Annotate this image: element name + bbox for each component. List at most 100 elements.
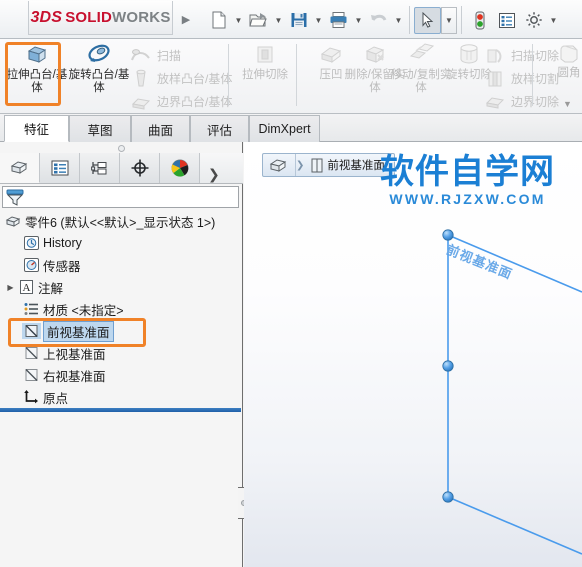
options-button[interactable] <box>520 7 547 34</box>
material-icon <box>22 301 41 317</box>
extrude-cut-icon <box>257 46 273 63</box>
undo-button[interactable] <box>365 7 392 34</box>
logo-3ds-text: 3DS <box>30 8 63 26</box>
tree-item-top-plane-label: 上视基准面 <box>43 347 106 362</box>
delete-body-icon <box>365 46 385 63</box>
rebuild-button[interactable] <box>466 7 493 34</box>
revolve-cut-icon <box>460 44 478 64</box>
tree-item-history[interactable]: History <box>0 232 243 254</box>
more-tabs-chevron-icon[interactable]: ❯ <box>208 166 220 183</box>
tree-item-front-plane-label: 前视基准面 <box>43 320 114 342</box>
property-manager-tab[interactable] <box>40 153 80 183</box>
part-icon <box>4 213 23 229</box>
extrude-boss-label: 拉伸凸台/基体 <box>6 69 68 94</box>
tab-surface-label: 曲面 <box>147 123 173 138</box>
sensor-icon <box>22 257 41 273</box>
tree-item-right-plane-label: 右视基准面 <box>43 369 106 384</box>
ribbon-overflow-arrow-icon[interactable]: ▼ <box>563 99 572 109</box>
plane-icon <box>22 367 41 383</box>
loft-boss-button[interactable]: 放样凸台/基体 <box>130 67 232 90</box>
tree-item-sensors[interactable]: 传感器 <box>0 254 243 276</box>
tree-item-part-label: 零件6 (默认<<默认>_显示状态 1>) <box>25 215 216 230</box>
gear-icon <box>525 12 542 28</box>
configuration-icon <box>90 162 106 175</box>
open-document-button[interactable] <box>245 7 272 34</box>
crosshair-icon <box>131 159 148 177</box>
feature-manager-tab-bar: ❯ <box>0 153 243 184</box>
extrude-cut-label: 拉伸切除 <box>242 69 288 81</box>
plane-handle-middle[interactable] <box>442 360 454 372</box>
select-tool-button[interactable] <box>414 6 441 34</box>
dimxpert-manager-tab[interactable] <box>120 153 160 183</box>
logo-works-text: WORKS <box>112 8 171 26</box>
fillet-label: 圆角 <box>557 67 581 79</box>
rollback-bar[interactable] <box>0 408 241 412</box>
revolve-boss-button[interactable]: 旋转凸台/基体 <box>68 42 130 110</box>
feature-tree-filter-input[interactable] <box>27 190 238 204</box>
plane-edges <box>447 234 582 555</box>
extrude-boss-icon <box>27 46 47 63</box>
tree-expander-annotations-icon[interactable]: ▶ <box>4 283 17 292</box>
boundary-boss-label: 边界凸台/基体 <box>157 95 233 109</box>
loft-cut-icon <box>488 71 502 86</box>
quick-access-toolbar: ▼ ▼ ▼ ▼ ▼ ▼ ▼ <box>205 5 560 35</box>
new-document-caret-icon[interactable]: ▼ <box>232 7 245 34</box>
tree-item-top-plane[interactable]: 上视基准面 <box>0 342 243 364</box>
configuration-manager-tab[interactable] <box>80 153 120 183</box>
panel-pin-dot-icon[interactable] <box>118 145 125 152</box>
open-document-caret-icon[interactable]: ▼ <box>272 7 285 34</box>
graphics-area[interactable]: ❯ 前视基准面 软件自学网 WWW.RJZXW.COM 前视基准面 <box>244 142 582 567</box>
tree-item-part[interactable]: 零件6 (默认<<默认>_显示状态 1>) <box>0 210 243 232</box>
select-tool-caret-icon[interactable]: ▼ <box>441 6 457 34</box>
tree-item-annotations-label: 注解 <box>38 281 64 296</box>
extrude-boss-button[interactable]: 拉伸凸台/基体 <box>6 42 68 110</box>
plane-handle-bottom[interactable] <box>442 491 454 503</box>
property-list-icon <box>51 160 68 176</box>
tree-item-sensors-label: 传感器 <box>43 259 81 274</box>
sweep-button[interactable]: 扫描 <box>130 44 181 67</box>
menu-expand-arrow-icon[interactable]: ▶ <box>176 8 196 30</box>
options-list-button[interactable] <box>493 7 520 34</box>
boundary-cut-icon <box>485 96 505 109</box>
indent-label: 压凹 <box>319 69 343 81</box>
tab-dimxpert[interactable]: DimXpert <box>249 115 320 142</box>
tree-item-front-plane[interactable]: 前视基准面 <box>0 320 243 342</box>
print-document-caret-icon[interactable]: ▼ <box>352 7 365 34</box>
extrude-cut-button[interactable]: 拉伸切除 <box>234 42 296 110</box>
tab-features[interactable]: 特征 <box>4 115 69 142</box>
printer-icon <box>330 12 347 28</box>
tree-item-right-plane[interactable]: 右视基准面 <box>0 364 243 386</box>
save-document-button[interactable] <box>285 7 312 34</box>
feature-tree-tab[interactable] <box>0 153 40 183</box>
new-document-button[interactable] <box>205 7 232 34</box>
tree-item-material[interactable]: 材质 <未指定> <box>0 298 243 320</box>
origin-icon <box>22 389 41 405</box>
boundary-boss-button[interactable]: 边界凸台/基体 <box>130 90 232 113</box>
indent-icon <box>320 47 342 63</box>
toolbar-separator <box>409 6 410 34</box>
ribbon-tab-strip: 特征 草图 曲面 评估 DimXpert <box>0 114 582 142</box>
undo-caret-icon[interactable]: ▼ <box>392 7 405 34</box>
solidworks-logo[interactable]: 3DS SOLIDWORKS <box>28 1 173 35</box>
solidworks-window: 3DS SOLIDWORKS ▶ ▼ ▼ ▼ ▼ ▼ ▼ ▼ 拉伸凸台/基体 旋… <box>0 0 582 567</box>
tree-item-history-label: History <box>43 236 82 250</box>
loft-boss-icon <box>136 69 146 86</box>
plane-icon <box>22 345 41 361</box>
save-document-caret-icon[interactable]: ▼ <box>312 7 325 34</box>
annotations-icon: A <box>17 279 36 295</box>
tree-item-origin[interactable]: 原点 <box>0 386 243 408</box>
fillet-button[interactable]: 圆角 <box>538 42 582 110</box>
cursor-arrow-icon <box>422 12 433 28</box>
front-plane-preview[interactable] <box>244 142 582 567</box>
tab-surface[interactable]: 曲面 <box>131 115 190 142</box>
display-manager-tab[interactable] <box>160 153 200 183</box>
options-caret-icon[interactable]: ▼ <box>547 7 560 34</box>
feature-tree-filter[interactable] <box>2 186 239 208</box>
tab-sketch[interactable]: 草图 <box>69 115 131 142</box>
fillet-icon <box>560 45 578 63</box>
list-properties-icon <box>498 12 515 28</box>
print-document-button[interactable] <box>325 7 352 34</box>
tab-evaluate[interactable]: 评估 <box>190 115 249 142</box>
logo-solid-text: SOLID <box>65 8 113 26</box>
tree-item-annotations[interactable]: ▶ A 注解 <box>0 276 243 298</box>
